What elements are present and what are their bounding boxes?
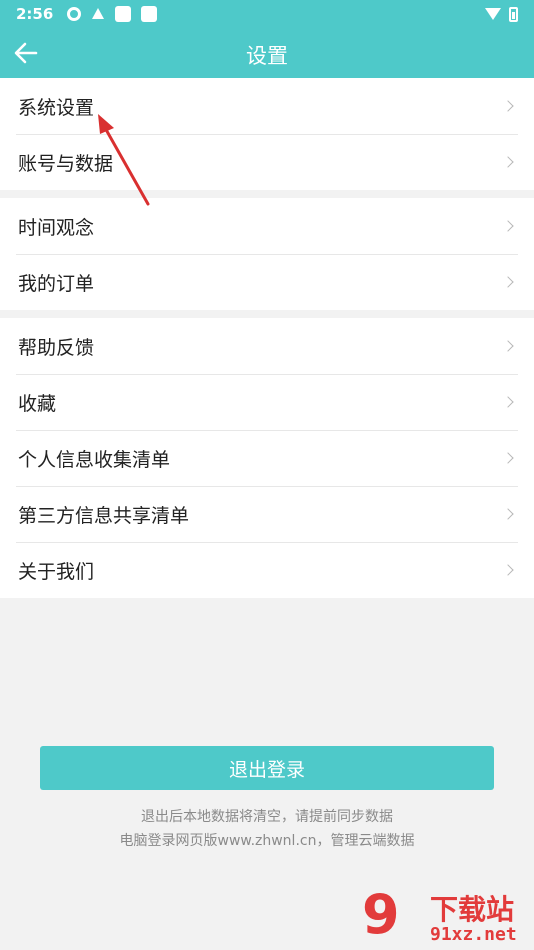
row-label: 我的订单 (18, 272, 95, 295)
row-time-concept[interactable]: 时间观念 (0, 198, 534, 254)
watermark-digit: 9 (362, 883, 400, 946)
logout-button[interactable]: 退出登录 (40, 746, 494, 790)
logout-note: 退出后本地数据将清空，请提前同步数据 (141, 809, 393, 825)
row-label: 账号与数据 (18, 152, 114, 175)
app-notification-icon (91, 7, 105, 21)
page-title: 设置 (246, 44, 288, 68)
row-label: 收藏 (18, 392, 57, 415)
row-help-feedback[interactable]: 帮助反馈 (0, 318, 534, 374)
battery-icon (509, 6, 518, 22)
status-bar: 2:56 (0, 0, 534, 28)
row-about-us[interactable]: 关于我们 (0, 542, 534, 598)
settings-group-personal: 时间观念 我的订单 (0, 198, 534, 310)
row-third-party-sharing-list[interactable]: 第三方信息共享清单 (0, 486, 534, 542)
row-label: 关于我们 (18, 560, 95, 583)
row-my-orders[interactable]: 我的订单 (0, 254, 534, 310)
row-label: 帮助反馈 (18, 336, 95, 359)
app-header: 设置 (0, 28, 534, 78)
watermark-url: 91xz.net (430, 924, 517, 945)
chevron-right-icon (502, 100, 514, 112)
row-label: 时间观念 (18, 216, 95, 239)
row-system-settings[interactable]: 系统设置 (0, 78, 534, 134)
sync-notification-icon (67, 7, 82, 21)
chevron-right-icon (502, 508, 514, 520)
settings-group-account: 系统设置 账号与数据 (0, 78, 534, 190)
watermark-brand: 下载站 (430, 893, 515, 926)
chevron-right-icon (502, 276, 514, 288)
chevron-right-icon (502, 396, 514, 408)
row-favorites[interactable]: 收藏 (0, 374, 534, 430)
row-label: 个人信息收集清单 (18, 448, 171, 471)
square-notification-icon-2 (141, 6, 158, 22)
status-time: 2:56 (16, 5, 54, 23)
row-personal-info-list[interactable]: 个人信息收集清单 (0, 430, 534, 486)
row-label: 系统设置 (18, 96, 95, 119)
row-label: 第三方信息共享清单 (18, 504, 190, 527)
chevron-right-icon (502, 156, 514, 168)
square-notification-icon (115, 6, 132, 22)
settings-group-info: 帮助反馈 收藏 个人信息收集清单 第三方信息共享清单 关于我们 (0, 318, 534, 598)
chevron-right-icon (502, 452, 514, 464)
chevron-right-icon (502, 220, 514, 232)
wifi-icon (485, 8, 501, 20)
web-version-note: 电脑登录网页版www.zhwnl.cn，管理云端数据 (119, 833, 415, 849)
chevron-right-icon (502, 564, 514, 576)
chevron-right-icon (502, 340, 514, 352)
watermark-logo: 9 下载站 91xz.net (360, 886, 534, 950)
row-account-data[interactable]: 账号与数据 (0, 134, 534, 190)
